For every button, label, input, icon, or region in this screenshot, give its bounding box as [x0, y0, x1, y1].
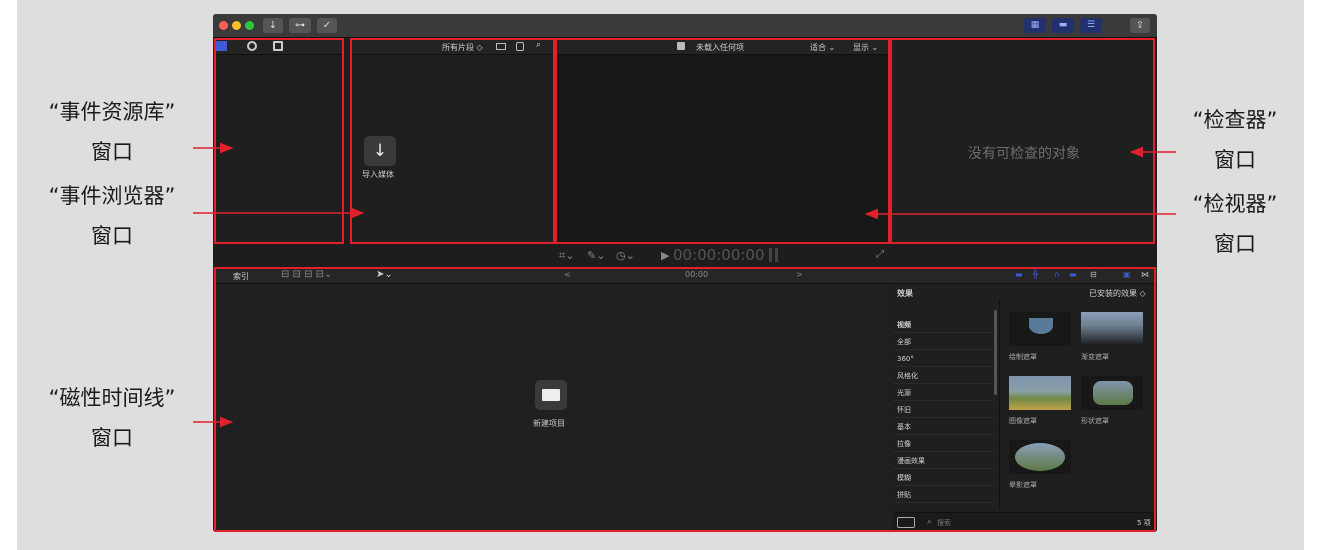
play-icon[interactable]: ▶ — [661, 249, 669, 262]
highlight-viewer — [555, 38, 890, 244]
close-button[interactable] — [219, 21, 228, 30]
browser-grid-icon: ▦ — [1030, 20, 1040, 30]
annotation-inspector-line2: 窗口 — [1214, 148, 1256, 172]
annotation-event-library-line2: 窗口 — [91, 140, 133, 164]
annotation-viewer-line2: 窗口 — [1214, 232, 1256, 256]
share-icon: ⇪ — [1135, 20, 1145, 31]
title-bar: ↓ ⊶ ✓ ▦ ▬ ☰ ⇪ — [213, 14, 1157, 38]
timeline-icon: ▬ — [1058, 20, 1068, 30]
show-timeline-button[interactable]: ▬ — [1052, 18, 1074, 33]
viewer-controls-bar: ⌗⌄ ✎⌄ ◷⌄ ▶ 00:00:00:00 ⤢ — [213, 244, 1157, 267]
annotation-event-library: “事件资源库” 窗口 — [22, 92, 202, 172]
annotation-inspector: “检查器” 窗口 — [1160, 100, 1310, 180]
share-button[interactable]: ⇪ — [1130, 18, 1150, 33]
annotation-event-browser: “事件浏览器” 窗口 — [22, 176, 202, 256]
zoom-button[interactable] — [245, 21, 254, 30]
annotation-timeline-line1: “磁性时间线” — [48, 386, 176, 410]
highlight-inspector — [890, 38, 1155, 244]
inspector-sliders-icon: ☰ — [1086, 20, 1096, 30]
retime-menu-icon[interactable]: ◷⌄ — [616, 249, 635, 262]
annotation-inspector-line1: “检查器” — [1192, 108, 1278, 132]
highlight-event-browser — [350, 38, 555, 244]
transform-menu-icon[interactable]: ⌗⌄ — [559, 249, 574, 263]
annotation-event-browser-line1: “事件浏览器” — [48, 184, 176, 208]
annotation-viewer: “检视器” 窗口 — [1160, 184, 1310, 264]
import-icon: ↓ — [268, 20, 278, 31]
enhance-menu-icon[interactable]: ✎⌄ — [587, 249, 605, 262]
highlight-event-library — [214, 38, 344, 244]
show-browser-button[interactable]: ▦ — [1024, 18, 1046, 33]
annotation-event-library-line1: “事件资源库” — [48, 100, 176, 124]
show-inspector-button[interactable]: ☰ — [1080, 18, 1102, 33]
key-icon: ⊶ — [295, 20, 305, 31]
annotation-timeline: “磁性时间线” 窗口 — [22, 378, 202, 458]
highlight-timeline — [214, 267, 1156, 532]
check-icon: ✓ — [322, 20, 332, 31]
minimize-button[interactable] — [232, 21, 241, 30]
timecode-display: 00:00:00:00 — [673, 246, 765, 264]
annotation-event-browser-line2: 窗口 — [91, 224, 133, 248]
keyword-button[interactable]: ⊶ — [289, 18, 311, 33]
fullscreen-icon[interactable]: ⤢ — [876, 249, 884, 260]
annotation-timeline-line2: 窗口 — [91, 426, 133, 450]
audio-meter-icon — [769, 248, 778, 262]
final-cut-window: ↓ ⊶ ✓ ▦ ▬ ☰ ⇪ 所有片段 ◇ ⌕ ↓ 导入媒体 未载入任何项 适合 … — [213, 14, 1157, 532]
background-tasks-button[interactable]: ✓ — [317, 18, 337, 33]
annotation-viewer-line1: “检视器” — [1192, 192, 1278, 216]
import-button[interactable]: ↓ — [263, 18, 283, 33]
